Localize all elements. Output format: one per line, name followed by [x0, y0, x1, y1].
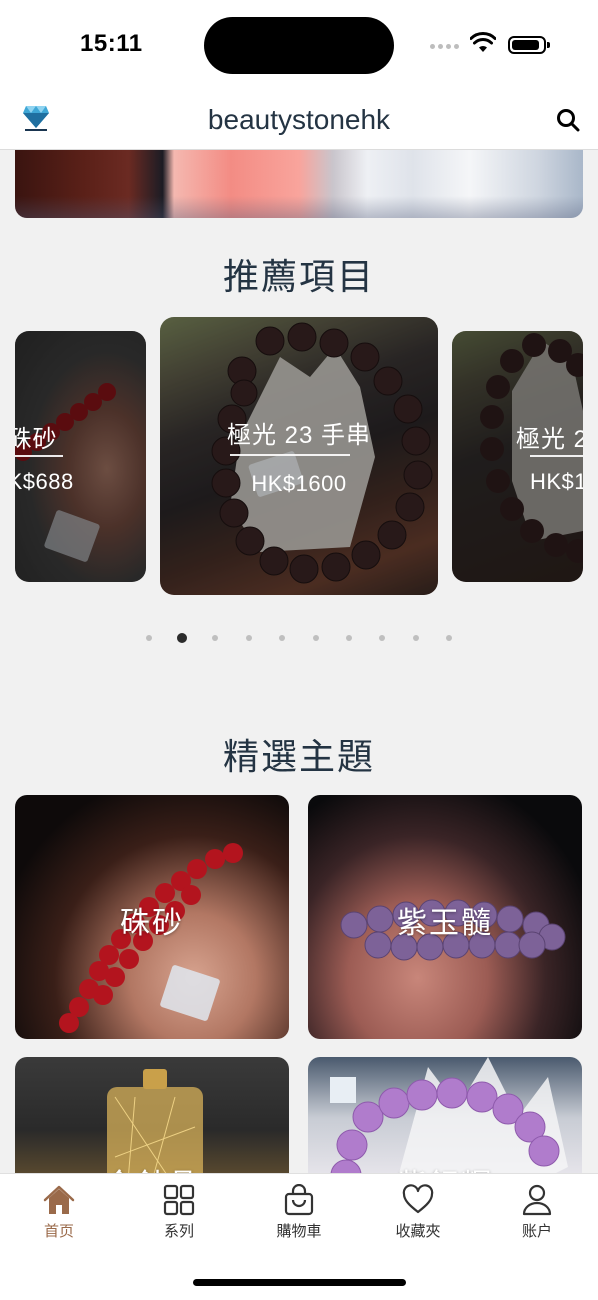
carousel-dot[interactable] [279, 635, 285, 641]
dynamic-island [204, 17, 394, 74]
theme-label: 硃砂 [120, 907, 184, 940]
featured-title: 精選主題 [222, 736, 375, 777]
status-time: 15:11 [80, 30, 143, 57]
site-title: beautystonehk [207, 104, 391, 135]
carousel-dot[interactable] [146, 635, 152, 641]
wifi-icon [470, 32, 496, 52]
home-indicator [193, 1279, 406, 1286]
product-price: HK$1600 [251, 471, 347, 496]
carousel-dot[interactable] [212, 635, 218, 641]
product-divider [530, 455, 583, 457]
status-bar: 15:11 [0, 0, 598, 92]
tab-home-label: 首页 [43, 1223, 74, 1240]
home-icon [43, 1185, 75, 1214]
user-icon [522, 1184, 552, 1216]
tab-collections-label: 系列 [163, 1223, 194, 1240]
battery-icon [508, 36, 550, 54]
theme-label: 紫玉髓 [397, 907, 493, 940]
tab-favorites[interactable]: 收藏夾 [378, 1184, 458, 1250]
product-name: 極光 23 [516, 426, 583, 453]
recommended-title: 推薦項目 [222, 256, 375, 297]
tab-cart[interactable]: 購物車 [259, 1184, 339, 1250]
product-card[interactable]: 極光 23 HK$1 [452, 331, 583, 582]
hero-banner[interactable] [15, 150, 583, 218]
tab-account[interactable]: 账户 [497, 1184, 577, 1250]
shopping-bag-icon [284, 1184, 314, 1216]
carousel-dot[interactable] [313, 635, 319, 641]
product-card[interactable]: 極光 23 手串 HK$1600 [160, 317, 438, 595]
tab-account-label: 账户 [521, 1223, 552, 1240]
tab-cart-label: 購物車 [276, 1223, 322, 1240]
cellular-signal-icon [430, 44, 459, 49]
carousel-dot[interactable] [246, 635, 252, 641]
tab-collections[interactable]: 系列 [139, 1184, 219, 1250]
heart-icon [402, 1184, 434, 1214]
carousel-dot[interactable] [346, 635, 352, 641]
carousel-dot[interactable] [379, 635, 385, 641]
app-header: beautystonehk [0, 92, 598, 150]
tab-home[interactable]: 首页 [19, 1184, 99, 1250]
carousel-dot-active[interactable] [177, 633, 187, 643]
search-icon[interactable] [554, 106, 582, 134]
product-name: 硃砂 [15, 426, 58, 453]
product-divider [15, 455, 63, 457]
tab-favorites-label: 收藏夾 [395, 1223, 441, 1240]
carousel-dot[interactable] [446, 635, 452, 641]
theme-tile[interactable]: 硃砂 [15, 795, 289, 1039]
carousel-dot[interactable] [413, 635, 419, 641]
carousel-pagination [0, 632, 598, 644]
product-price: HK$688 [15, 469, 74, 494]
grid-icon [163, 1184, 195, 1216]
product-price: HK$1 [530, 469, 583, 494]
product-card[interactable]: 硃砂 HK$688 [15, 331, 146, 582]
theme-tile[interactable]: 紫玉髓 [308, 795, 582, 1039]
product-name: 極光 23 手串 [226, 422, 372, 449]
product-divider [230, 454, 350, 456]
